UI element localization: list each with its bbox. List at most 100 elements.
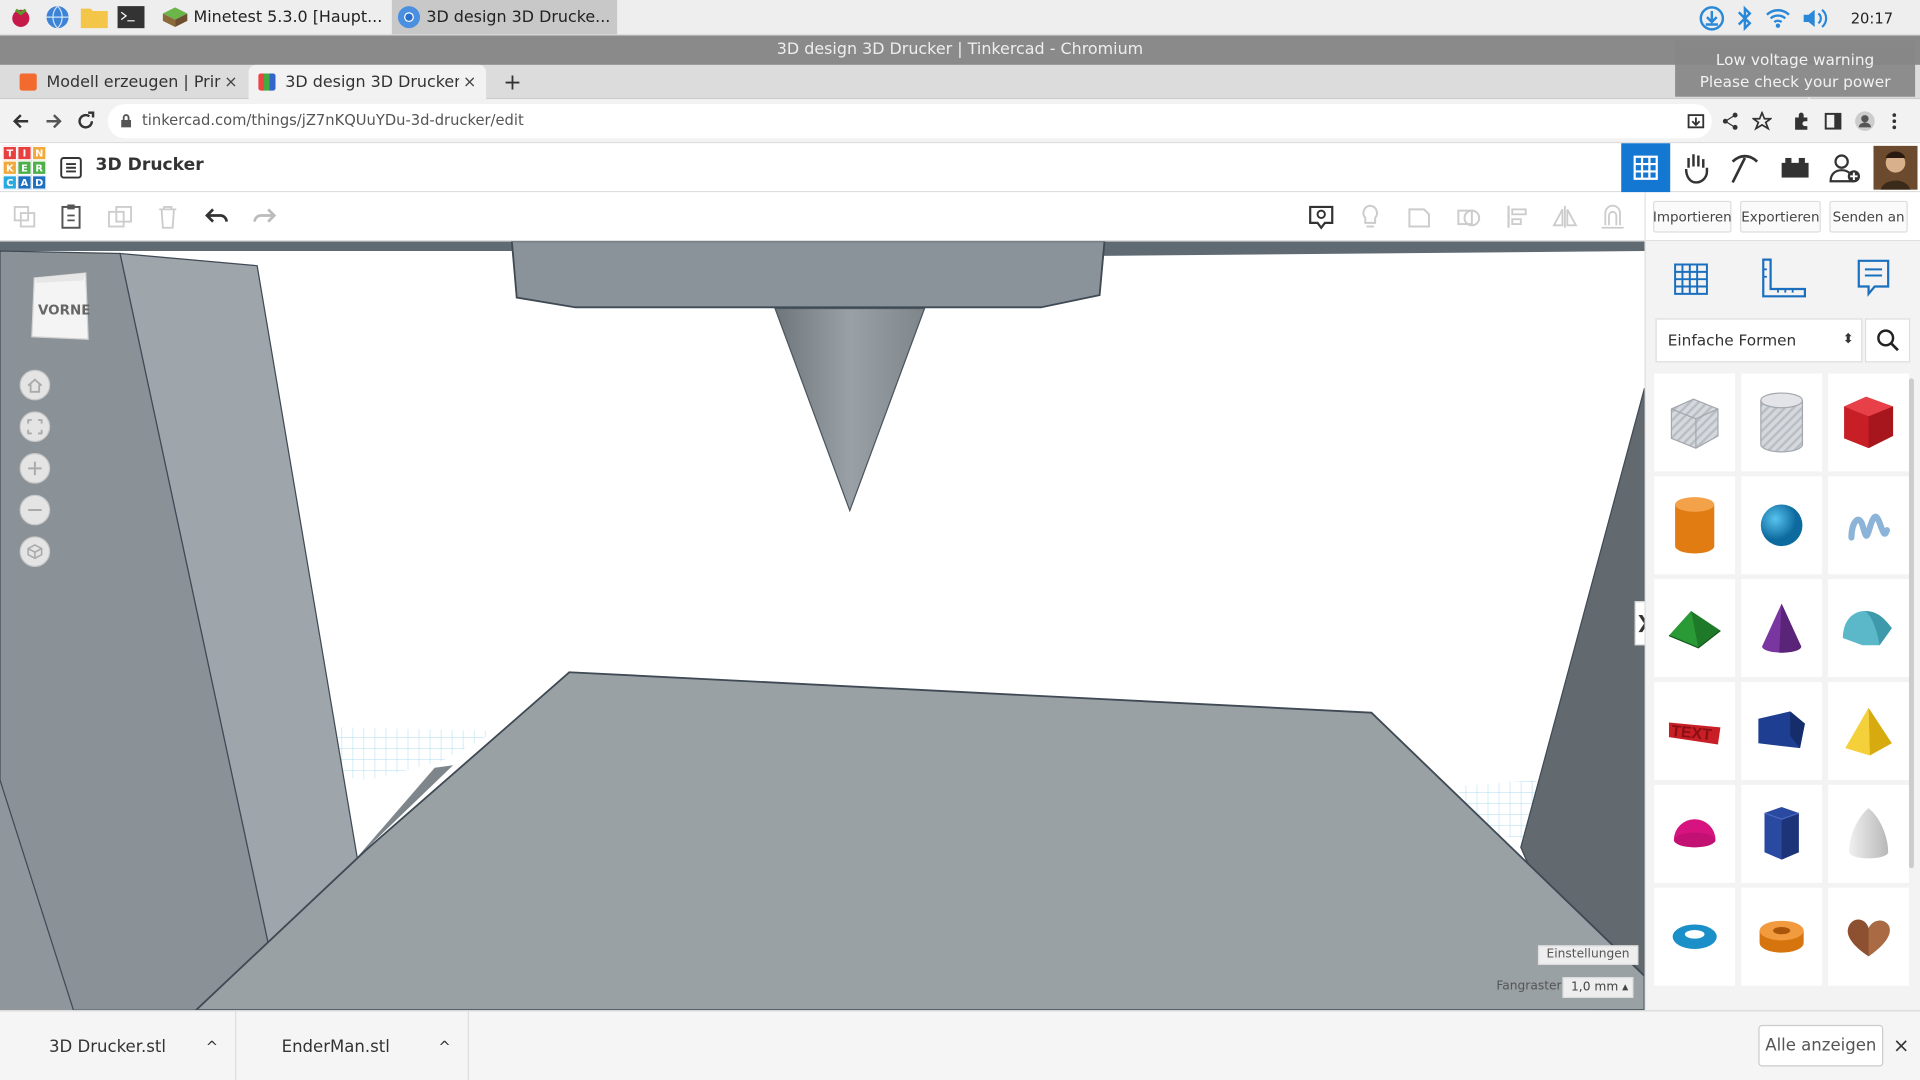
show-all-icon[interactable] — [1356, 202, 1385, 231]
collapse-panel-button[interactable]: ❯ — [1634, 601, 1645, 646]
forward-icon[interactable] — [44, 111, 64, 131]
3d-workplane-viewport[interactable]: VORNE ❯ Einstellungen Fangraster 1,0 mm … — [0, 241, 1645, 1011]
send-to-button[interactable]: Senden an — [1829, 200, 1908, 233]
file-manager-icon[interactable] — [78, 2, 110, 31]
mirror-icon[interactable] — [1550, 202, 1579, 231]
paste-icon[interactable] — [56, 202, 85, 231]
cylinder-icon — [1675, 497, 1715, 554]
shape-round-roof[interactable] — [1828, 579, 1909, 678]
wifi-icon[interactable] — [1765, 6, 1792, 30]
3d-view-button[interactable] — [1621, 143, 1671, 193]
view-cube[interactable]: VORNE — [29, 271, 90, 342]
duplicate-icon[interactable] — [105, 202, 134, 231]
shape-scribble[interactable] — [1828, 476, 1909, 575]
shape-text[interactable]: TEXT — [1654, 682, 1736, 781]
tab-tinkercad[interactable]: 3D design 3D Drucker | T × — [248, 64, 487, 100]
blocks-button[interactable] — [1671, 143, 1720, 192]
fit-view-button[interactable] — [19, 411, 51, 443]
tinkercad-logo[interactable]: T I N K E R C A D — [2, 145, 47, 190]
perspective-button[interactable] — [19, 536, 51, 567]
chevron-up-icon[interactable]: ^ — [438, 1038, 450, 1055]
download-item[interactable]: 3D Drucker.stl ^ — [0, 1011, 237, 1080]
shape-cylinder-hole[interactable] — [1741, 373, 1823, 472]
shape-box[interactable] — [1828, 373, 1909, 472]
terminal-icon[interactable] — [115, 2, 147, 31]
zoom-in-button[interactable] — [19, 453, 51, 484]
lock-icon[interactable] — [120, 114, 132, 129]
cone-icon — [1762, 603, 1802, 653]
copy-icon[interactable] — [10, 202, 39, 231]
align-icon[interactable] — [1502, 202, 1531, 231]
download-filename: EnderMan.stl — [281, 1036, 390, 1057]
tinkercad-favicon-icon — [258, 73, 276, 91]
low-voltage-notification[interactable]: Low voltage warning Please check your po… — [1675, 40, 1916, 113]
raspberry-menu-icon[interactable] — [5, 2, 37, 31]
logo-letter: R — [31, 160, 47, 176]
grid-view-icon — [1633, 155, 1658, 180]
back-icon[interactable] — [11, 111, 31, 131]
shape-sphere[interactable] — [1741, 476, 1823, 575]
group-icon[interactable] — [1404, 202, 1433, 231]
ruler-button[interactable] — [1758, 253, 1807, 302]
tab-printables[interactable]: Modell erzeugen | Printal × — [10, 65, 248, 99]
notes-icon[interactable] — [1307, 202, 1336, 231]
shape-roof[interactable] — [1654, 579, 1736, 678]
bricks-button[interactable] — [1720, 143, 1769, 192]
shape-paraboloid[interactable] — [1828, 784, 1909, 883]
project-title[interactable]: 3D Drucker — [96, 156, 204, 176]
omnibox[interactable]: tinkercad.com/things/jZ7nKQUuYDu-3d-druc… — [107, 104, 1712, 139]
tab-close-icon[interactable]: × — [224, 73, 237, 91]
design-list-icon[interactable] — [59, 156, 83, 180]
cruise-icon[interactable] — [1598, 202, 1627, 231]
shape-category-select[interactable]: Einfache Formen ⬍ — [1655, 318, 1863, 363]
export-button[interactable]: Exportieren — [1740, 200, 1821, 233]
invite-user-button[interactable] — [1821, 143, 1870, 192]
home-icon — [27, 378, 43, 393]
show-all-downloads-button[interactable]: Alle anzeigen — [1758, 1024, 1884, 1067]
shape-torus[interactable] — [1654, 887, 1736, 986]
import-button[interactable]: Importieren — [1653, 200, 1732, 233]
bluetooth-icon[interactable] — [1736, 4, 1756, 31]
delete-icon[interactable] — [153, 202, 182, 231]
shape-tube[interactable] — [1741, 887, 1823, 986]
shape-wedge[interactable] — [1741, 682, 1823, 781]
redo-icon[interactable] — [250, 202, 279, 231]
new-tab-button[interactable]: + — [493, 65, 525, 99]
shape-search-button[interactable] — [1864, 318, 1911, 363]
taskbar-task-minetest[interactable]: Minetest 5.3.0 [Haupt... — [157, 0, 387, 34]
close-icon[interactable]: × — [1893, 1033, 1909, 1056]
settings-button[interactable]: Einstellungen — [1537, 945, 1639, 965]
lego-button[interactable] — [1771, 143, 1820, 192]
chevron-up-icon[interactable]: ^ — [206, 1038, 218, 1055]
url-text[interactable]: tinkercad.com/things/jZ7nKQUuYDu-3d-druc… — [142, 111, 524, 128]
reload-icon[interactable] — [76, 111, 96, 131]
shape-cylinder[interactable] — [1654, 476, 1736, 575]
undo-icon[interactable] — [202, 202, 231, 231]
shape-polygon[interactable] — [1741, 784, 1823, 883]
cylinder-hole-icon — [1760, 392, 1804, 453]
zoom-out-button[interactable] — [19, 494, 51, 526]
minus-icon — [28, 509, 42, 511]
os-taskbar: Minetest 5.3.0 [Haupt... 3D design 3D Dr… — [0, 0, 1920, 36]
ungroup-icon[interactable] — [1453, 202, 1482, 231]
snap-grid-select[interactable]: 1,0 mm ▴ — [1562, 977, 1634, 998]
web-browser-icon[interactable] — [42, 2, 74, 31]
update-download-icon[interactable] — [1699, 4, 1726, 31]
tab-label: 3D design 3D Drucker | T — [285, 72, 460, 92]
shape-half-sphere[interactable] — [1654, 784, 1736, 883]
volume-icon[interactable] — [1802, 6, 1831, 30]
shape-box-hole[interactable] — [1654, 373, 1736, 472]
home-view-button[interactable] — [19, 369, 51, 401]
scribble-icon — [1848, 513, 1891, 541]
shape-cone[interactable] — [1741, 579, 1823, 678]
notes-button[interactable] — [1849, 253, 1898, 302]
install-app-icon[interactable] — [1687, 113, 1705, 130]
panel-scrollbar[interactable] — [1908, 378, 1914, 869]
shape-heart[interactable] — [1828, 887, 1909, 986]
download-item[interactable]: EnderMan.stl ^ — [236, 1011, 469, 1080]
tab-close-icon[interactable]: × — [463, 73, 476, 91]
taskbar-task-chromium[interactable]: 3D design 3D Drucke... — [392, 0, 618, 35]
workplane-button[interactable] — [1667, 253, 1716, 302]
shape-pyramid[interactable] — [1828, 682, 1909, 781]
user-avatar[interactable] — [1871, 143, 1920, 192]
